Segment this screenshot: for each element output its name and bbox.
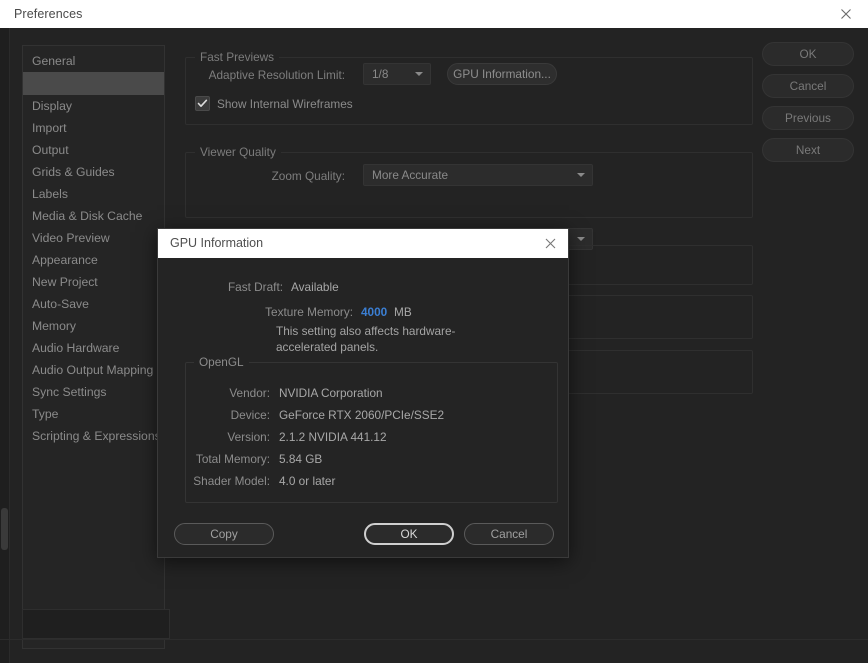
opengl-shader-model-value: 4.0 or later [279, 474, 335, 488]
sidebar-item-audio-hardware[interactable]: Audio Hardware [23, 337, 164, 359]
opengl-vendor-value: NVIDIA Corporation [279, 386, 383, 400]
zoom-quality-select[interactable]: More Accurate [363, 164, 593, 186]
sidebar-item-auto-save[interactable]: Auto-Save [23, 293, 164, 315]
checkmark-icon [195, 96, 210, 111]
opengl-vendor-label: Vendor: [158, 386, 270, 400]
sidebar-item-display[interactable]: Display [23, 95, 164, 117]
chevron-down-icon [577, 237, 585, 241]
opengl-total-memory-label: Total Memory: [158, 452, 270, 466]
sidebar-item-output[interactable]: Output [23, 139, 164, 161]
preferences-body: General Display Import Output Grids & Gu… [0, 28, 868, 663]
adaptive-resolution-limit-label: Adaptive Resolution Limit: [185, 68, 345, 82]
opengl-device-label: Device: [158, 408, 270, 422]
zoom-quality-value: More Accurate [372, 168, 448, 182]
close-icon[interactable] [838, 6, 854, 22]
sidebar-item-appearance[interactable]: Appearance [23, 249, 164, 271]
sidebar-item-type[interactable]: Type [23, 403, 164, 425]
sidebar-item-labels[interactable]: Labels [23, 183, 164, 205]
background-panel-stub [22, 609, 170, 639]
copy-button[interactable]: Copy [174, 523, 274, 545]
cancel-button[interactable]: Cancel [762, 74, 854, 98]
sidebar-item-selected[interactable] [23, 72, 164, 95]
close-icon[interactable] [543, 236, 558, 251]
sidebar-item-audio-output-mapping[interactable]: Audio Output Mapping [23, 359, 164, 381]
opengl-version-label: Version: [158, 430, 270, 444]
fast-draft-value: Available [291, 280, 339, 294]
window-bottom-divider [0, 639, 868, 640]
gpu-information-button[interactable]: GPU Information... [447, 63, 557, 85]
scrollbar-thumb[interactable] [1, 508, 8, 550]
texture-memory-label: Texture Memory: [218, 305, 353, 319]
gpu-dialog-content: Fast Draft: Available Texture Memory: 40… [158, 258, 568, 559]
gpu-information-dialog: GPU Information Fast Draft: Available Te… [157, 228, 569, 558]
previous-button[interactable]: Previous [762, 106, 854, 130]
adaptive-resolution-limit-value: 1/8 [372, 67, 388, 81]
opengl-version-value: 2.1.2 NVIDIA 441.12 [279, 430, 387, 444]
dialog-action-buttons: OK Cancel Previous Next [762, 42, 854, 170]
sidebar-item-memory[interactable]: Memory [23, 315, 164, 337]
group-title-viewer-quality: Viewer Quality [195, 145, 281, 159]
chevron-down-icon [415, 72, 423, 76]
window-scrollbar[interactable] [0, 28, 10, 663]
preferences-category-list[interactable]: General Display Import Output Grids & Gu… [22, 45, 165, 649]
preferences-window: Preferences General Display Import Outpu… [0, 0, 868, 663]
opengl-total-memory-value: 5.84 GB [279, 452, 322, 466]
sidebar-item-media-and-disk-cache[interactable]: Media & Disk Cache [23, 205, 164, 227]
ok-button[interactable]: OK [762, 42, 854, 66]
window-title: Preferences [14, 7, 83, 21]
chevron-down-icon [577, 173, 585, 177]
sidebar-item-scripting-and-expressions[interactable]: Scripting & Expressions [23, 425, 164, 447]
sidebar-item-grids-and-guides[interactable]: Grids & Guides [23, 161, 164, 183]
texture-memory-note: This setting also affects hardware-accel… [276, 323, 516, 355]
sidebar-item-video-preview[interactable]: Video Preview [23, 227, 164, 249]
show-internal-wireframes-label: Show Internal Wireframes [217, 97, 353, 111]
opengl-device-value: GeForce RTX 2060/PCIe/SSE2 [279, 408, 444, 422]
gpu-dialog-title: GPU Information [170, 236, 263, 250]
gpu-dialog-titlebar: GPU Information [158, 229, 568, 258]
dialog-ok-button[interactable]: OK [364, 523, 454, 545]
sidebar-item-sync-settings[interactable]: Sync Settings [23, 381, 164, 403]
zoom-quality-label: Zoom Quality: [185, 169, 345, 183]
show-internal-wireframes-checkbox[interactable]: Show Internal Wireframes [195, 96, 353, 111]
sidebar-item-import[interactable]: Import [23, 117, 164, 139]
fast-draft-label: Fast Draft: [158, 280, 283, 294]
texture-memory-unit: MB [394, 305, 412, 319]
next-button[interactable]: Next [762, 138, 854, 162]
sidebar-item-new-project[interactable]: New Project [23, 271, 164, 293]
adaptive-resolution-limit-select[interactable]: 1/8 [363, 63, 431, 85]
sidebar-item-general[interactable]: General [23, 50, 164, 72]
group-title-opengl: OpenGL [194, 355, 249, 369]
texture-memory-value[interactable]: 4000 [361, 305, 387, 319]
group-title-fast-previews: Fast Previews [195, 50, 279, 64]
dialog-cancel-button[interactable]: Cancel [464, 523, 554, 545]
opengl-shader-model-label: Shader Model: [158, 474, 270, 488]
window-titlebar: Preferences [0, 0, 868, 29]
